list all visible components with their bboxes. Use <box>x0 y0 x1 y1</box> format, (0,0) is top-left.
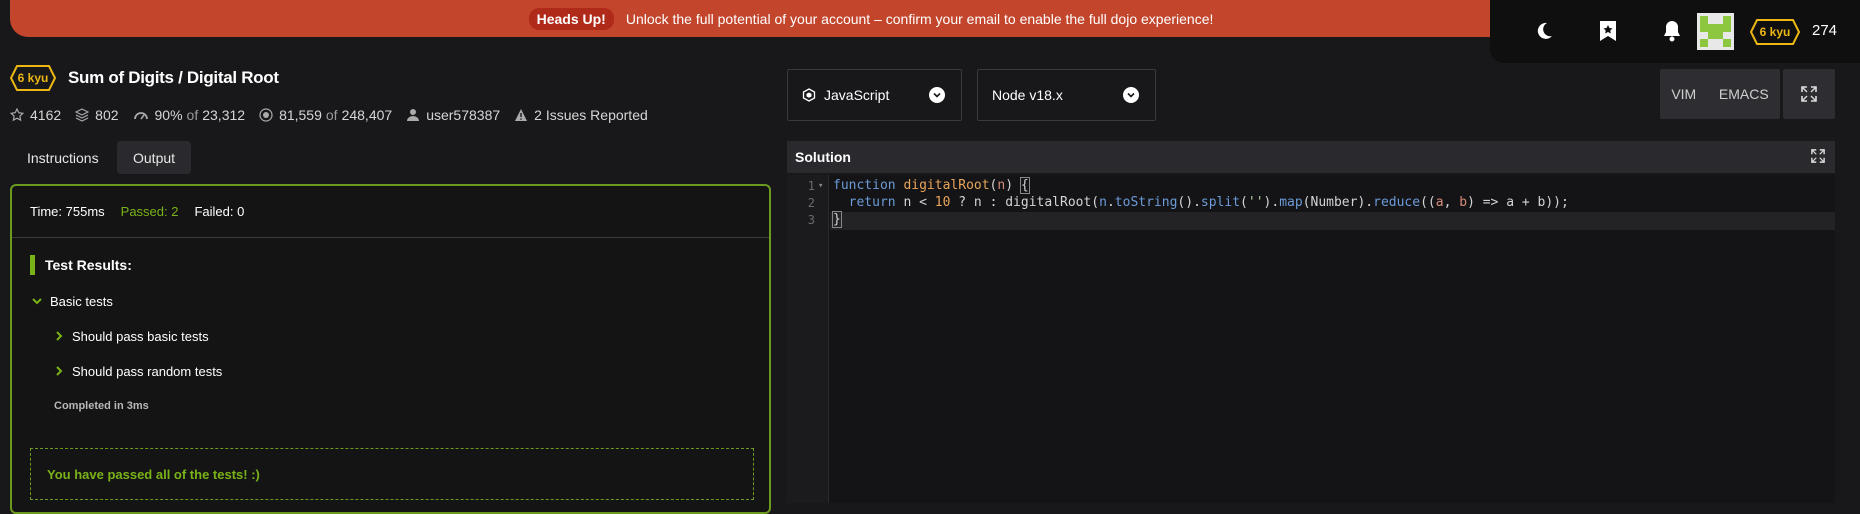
code-line-2: return n < 10 ? n : digitalRoot(n.toStri… <box>848 195 1569 210</box>
test-results-heading: Test Results: <box>30 255 132 275</box>
vim-mode-button[interactable]: VIM <box>1671 86 1696 102</box>
avatar[interactable] <box>1697 13 1734 50</box>
warning-icon <box>515 109 528 121</box>
stars-stat[interactable]: 4162 <box>10 107 61 123</box>
chevron-down-icon <box>929 87 945 103</box>
author-stat[interactable]: user578387 <box>406 107 500 123</box>
language-select[interactable]: JavaScript <box>787 69 962 121</box>
moon-icon[interactable] <box>1530 17 1558 45</box>
fullscreen-icon <box>1801 86 1817 102</box>
test-item-random[interactable]: Should pass random tests <box>54 364 222 379</box>
failed-count: Failed: 0 <box>194 204 245 219</box>
chevron-right-icon <box>54 365 64 379</box>
kata-stats: 4162 802 90% of 23,312 81,559 of 248,407 use… <box>10 107 662 123</box>
line-number: 2 <box>807 196 815 210</box>
code-line-1: function digitalRoot(n) { <box>833 177 1030 194</box>
code-line-3: } <box>832 211 842 228</box>
line-number: 3 <box>807 213 815 227</box>
language-icon <box>802 88 816 102</box>
kata-title[interactable]: Sum of Digits / Digital Root <box>68 68 279 88</box>
output-panel: Time: 755ms Passed: 2 Failed: 0 Test Res… <box>10 184 771 514</box>
issues-stat[interactable]: 2 Issues Reported <box>514 107 648 123</box>
satisfaction-icon <box>133 112 148 120</box>
line-gutter: 1 ▾ 2 3 <box>787 175 829 503</box>
email-confirm-banner[interactable]: Heads Up! Unlock the full potential of y… <box>10 0 1732 37</box>
banner-message: Unlock the full potential of your accoun… <box>625 10 1214 27</box>
bookmark-icon[interactable] <box>1594 17 1622 45</box>
tab-output[interactable]: Output <box>117 141 192 174</box>
emacs-mode-button[interactable]: EMACS <box>1719 86 1769 102</box>
chevron-down-icon <box>32 295 42 309</box>
satisfaction-stat: 90% of 23,312 <box>133 107 245 123</box>
bell-icon[interactable] <box>1658 17 1686 45</box>
test-group-basic[interactable]: Basic tests <box>32 294 113 309</box>
chevron-right-icon <box>54 330 64 344</box>
keybinding-modes: VIM EMACS <box>1660 69 1780 119</box>
passed-count: Passed: 2 <box>120 204 179 219</box>
star-icon <box>10 108 24 122</box>
time-label: Time: 755ms <box>30 204 105 219</box>
collections-stat[interactable]: 802 <box>75 107 119 123</box>
heads-up-badge: Heads Up! <box>528 7 614 30</box>
success-message: You have passed all of the tests! :) <box>30 448 754 500</box>
target-icon <box>259 108 273 122</box>
completions-stat: 81,559 of 248,407 <box>259 107 392 123</box>
completed-time: Completed in 3ms <box>54 400 149 412</box>
code-editor[interactable]: 1 ▾ 2 3 function digitalRoot(n) { return… <box>787 175 1835 503</box>
user-rank-badge[interactable]: 6 kyu <box>1750 19 1800 45</box>
output-summary: Time: 755ms Passed: 2 Failed: 0 <box>12 186 769 238</box>
solution-header: Solution <box>787 141 1835 173</box>
layers-icon <box>75 108 90 122</box>
line-number: 1 <box>807 179 815 193</box>
tab-instructions[interactable]: Instructions <box>11 141 115 174</box>
test-item-basic[interactable]: Should pass basic tests <box>54 329 209 344</box>
user-toolbar <box>1490 0 1860 63</box>
fold-icon[interactable]: ▾ <box>818 181 823 191</box>
expand-icon[interactable] <box>1811 149 1825 166</box>
user-icon <box>407 109 420 121</box>
solution-title: Solution <box>795 149 851 165</box>
fullscreen-button[interactable] <box>1783 69 1835 119</box>
runtime-select[interactable]: Node v18.x <box>977 69 1156 121</box>
kata-rank-badge: 6 kyu <box>10 65 56 91</box>
active-line-highlight <box>830 212 1835 230</box>
honor-count: 274 <box>1812 22 1838 39</box>
chevron-down-icon <box>1123 87 1139 103</box>
